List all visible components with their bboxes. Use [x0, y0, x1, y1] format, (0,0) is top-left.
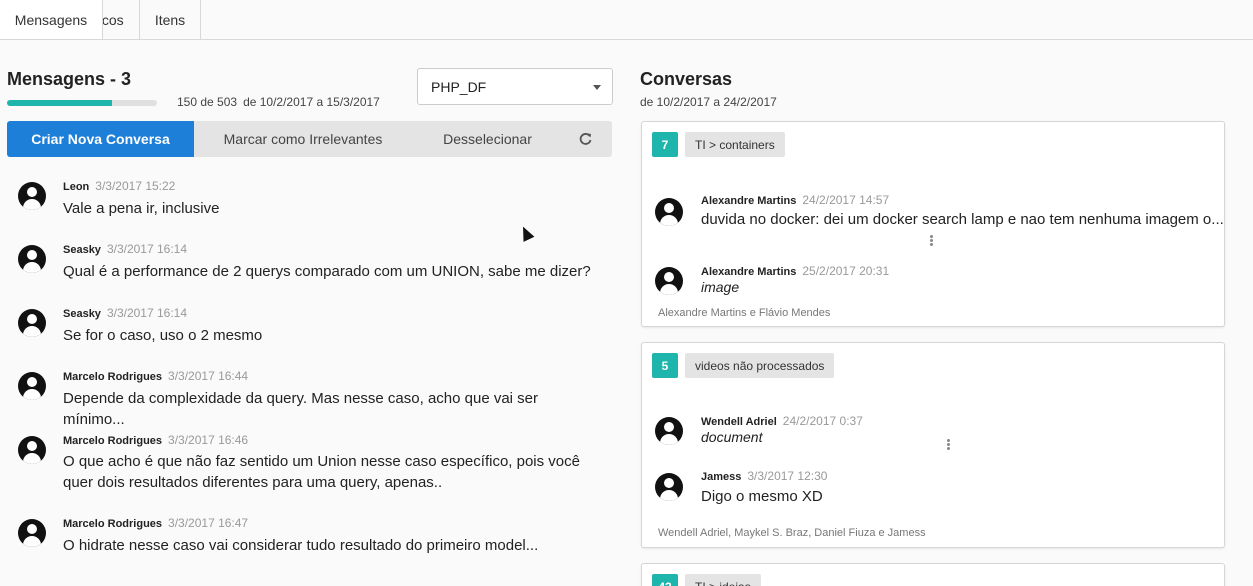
top-nav: Subtópicos Itens Mensagens — [0, 0, 1253, 40]
chevron-down-icon — [593, 85, 601, 90]
conversation-count-badge: 5 — [652, 353, 678, 378]
conversation-tag[interactable]: TI > containers — [685, 132, 785, 157]
message-author: Alexandre Martins — [701, 195, 797, 207]
message-text: Depende da complexidade da query. Mas ne… — [63, 390, 539, 428]
message-author: Marcelo Rodrigues — [63, 518, 163, 530]
conversation-count-badge: 42 — [652, 574, 678, 586]
group-select[interactable]: PHP_DF — [417, 68, 613, 105]
message-author: Wendell Adriel — [701, 416, 777, 428]
message-time: 24/2/2017 0:37 — [782, 414, 863, 428]
message-time: 24/2/2017 14:57 — [802, 193, 890, 207]
avatar — [655, 198, 683, 226]
progress-fill — [7, 100, 112, 106]
progress-count: 150 de 503 — [177, 95, 238, 109]
conversation-card[interactable]: 5 videos não processados Wendell Adriel 2… — [641, 342, 1225, 548]
message-time: 25/2/2017 20:31 — [802, 264, 890, 278]
message-text: Digo o mesmo XD — [701, 488, 823, 505]
avatar — [18, 519, 46, 547]
create-conversation-button[interactable]: Criar Nova Conversa — [7, 121, 194, 157]
message-author: Leon — [63, 181, 90, 193]
avatar — [655, 473, 683, 501]
conversation-card[interactable]: 42 TI > ideias — [641, 563, 1225, 586]
conversation-participants: Wendell Adriel, Maykel S. Braz, Daniel F… — [658, 527, 926, 539]
conversations-title: Conversas — [640, 69, 733, 89]
message-author: Seasky — [63, 244, 101, 256]
tab-itens[interactable]: Itens — [140, 0, 201, 39]
conversations-range: de 10/2/2017 a 24/2/2017 — [640, 95, 777, 109]
conversation-tag[interactable]: TI > ideias — [685, 574, 761, 586]
message-time: 3/3/2017 16:14 — [106, 242, 188, 256]
message-author: Marcelo Rodrigues — [63, 371, 163, 383]
avatar — [18, 309, 46, 337]
message-text: O que acho é que não faz sentido um Unio… — [63, 453, 580, 491]
avatar — [18, 245, 46, 273]
message-author: Alexandre Martins — [701, 266, 797, 278]
message-author: Seasky — [63, 308, 101, 320]
message-text: image — [701, 279, 740, 295]
tab-mensagens[interactable]: Mensagens — [0, 0, 103, 39]
avatar — [18, 182, 46, 210]
refresh-button[interactable] — [563, 121, 612, 157]
message-text: document — [701, 429, 763, 445]
message-time: 3/3/2017 12:30 — [747, 469, 828, 483]
message-time: 3/3/2017 16:44 — [168, 369, 249, 383]
avatar — [655, 267, 683, 295]
conversation-tag[interactable]: videos não processados — [685, 353, 835, 378]
more-options-icon[interactable] — [930, 235, 933, 247]
deselect-button[interactable]: Desselecionar — [412, 121, 563, 157]
message-time: 3/3/2017 16:46 — [168, 433, 249, 447]
message-author: Jamess — [701, 471, 742, 483]
conversation-count-badge: 7 — [652, 132, 678, 157]
message-text: duvida no docker: dei um docker search l… — [701, 211, 1224, 228]
message-time: 3/3/2017 16:14 — [106, 306, 188, 320]
mouse-cursor — [517, 224, 535, 242]
message-time: 3/3/2017 15:22 — [95, 179, 176, 193]
message-text: Se for o caso, uso o 2 mesmo — [63, 327, 263, 344]
message-text: Vale a pena ir, inclusive — [63, 200, 220, 217]
message-author: Marcelo Rodrigues — [63, 435, 163, 447]
message-time: 3/3/2017 16:47 — [168, 516, 249, 530]
avatar — [655, 417, 683, 445]
message-text: Qual é a performance de 2 querys compara… — [63, 263, 591, 280]
refresh-icon — [579, 132, 592, 145]
progress-range: de 10/2/2017 a 15/3/2017 — [243, 95, 380, 109]
conversation-card[interactable]: 7 TI > containers Alexandre Martins 24/2/… — [641, 121, 1225, 327]
message-text: O hidrate nesse caso vai considerar tudo… — [63, 537, 539, 554]
progress-text: 150 de 503 de 10/2/2017 a 15/3/2017 — [177, 95, 380, 109]
avatar — [18, 436, 46, 464]
avatar — [18, 372, 46, 400]
action-bar: Criar Nova Conversa Marcar como Irreleva… — [7, 121, 612, 157]
more-options-icon[interactable] — [947, 439, 950, 451]
mark-irrelevant-button[interactable]: Marcar como Irrelevantes — [194, 121, 412, 157]
progress-bar — [7, 100, 157, 106]
conversation-participants: Alexandre Martins e Flávio Mendes — [658, 307, 831, 319]
group-select-value: PHP_DF — [431, 78, 487, 95]
page-title: Mensagens - 3 — [7, 69, 132, 89]
